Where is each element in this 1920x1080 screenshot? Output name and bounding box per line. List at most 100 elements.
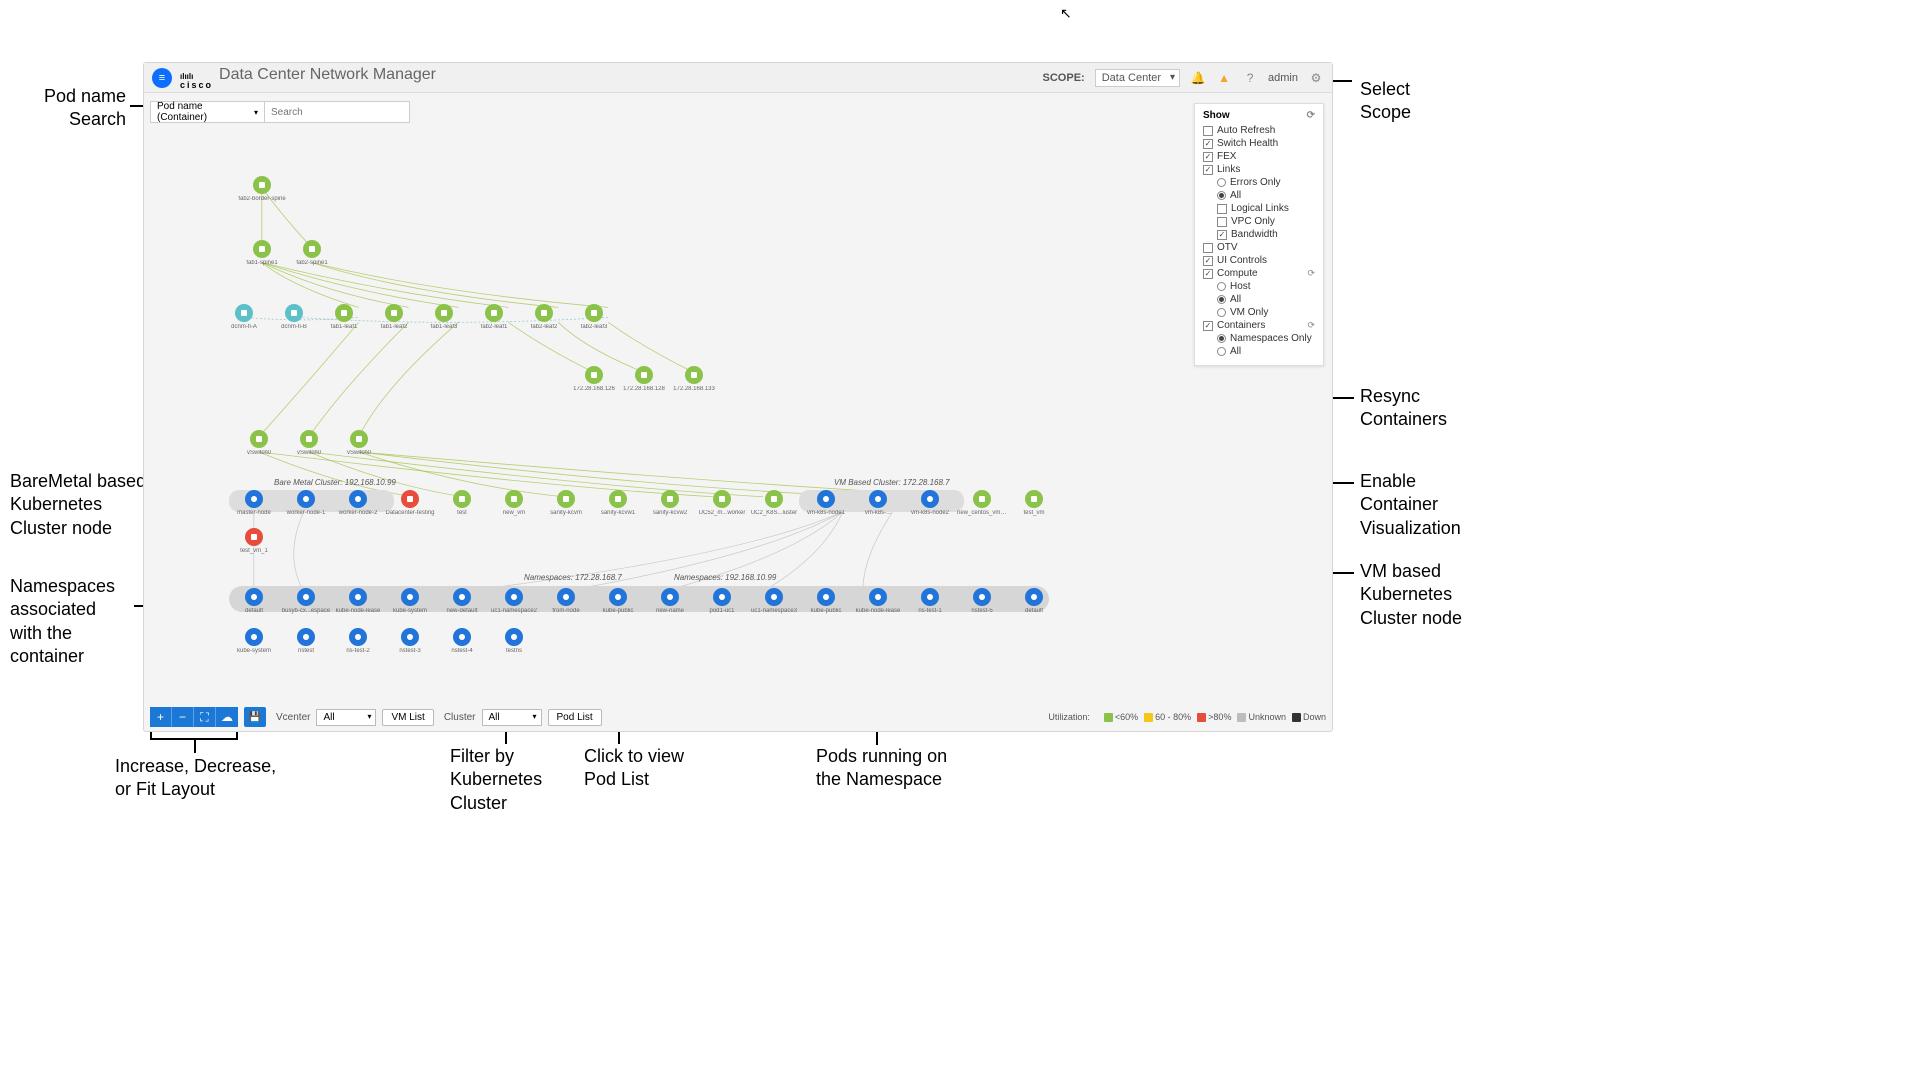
opt-host[interactable]: Host xyxy=(1217,281,1315,292)
node-host-14[interactable]: new_centos_vm_8 xyxy=(957,490,1007,516)
node-namespace-1[interactable]: busyb-cx...espace xyxy=(281,588,331,614)
vm-list-button[interactable]: VM List xyxy=(382,709,433,726)
opt-compute-all[interactable]: All xyxy=(1217,294,1315,305)
node-host-15[interactable]: test_vm xyxy=(1009,490,1059,516)
cluster-label: Cluster xyxy=(444,712,476,723)
cluster-select[interactable]: All xyxy=(482,709,542,726)
node-namespace-6[interactable]: from-node xyxy=(541,588,591,614)
node-host-9[interactable]: UC52_m...worker xyxy=(697,490,747,516)
node-namespace-3[interactable]: kube-system xyxy=(385,588,435,614)
node-host-7[interactable]: sanity-kcvw1 xyxy=(593,490,643,516)
help-icon[interactable]: ? xyxy=(1242,70,1258,86)
node-host-8[interactable]: sanity-kcvw2 xyxy=(645,490,695,516)
node-leaf-5[interactable]: fab2-leaf1 xyxy=(469,304,519,330)
node-server-1[interactable]: 172.28.168.128 xyxy=(619,366,669,392)
node-spine2[interactable]: fab2-spine1 xyxy=(287,240,337,266)
node-host-5[interactable]: new_vm xyxy=(489,490,539,516)
node-namespace-b-5[interactable]: testns xyxy=(489,628,539,654)
node-server-0[interactable]: 172.28.168.126 xyxy=(569,366,619,392)
node-namespace-4[interactable]: new-default xyxy=(437,588,487,614)
node-leaf-4[interactable]: fab1-leaf3 xyxy=(419,304,469,330)
node-spine[interactable]: fab2-border-spine xyxy=(237,176,287,202)
node-testvm-0[interactable]: test_vm_1 xyxy=(229,528,279,554)
node-namespace-b-2[interactable]: ns-test-2 xyxy=(333,628,383,654)
node-host-1[interactable]: worker-node-1 xyxy=(281,490,331,516)
node-namespace-b-1[interactable]: nstest xyxy=(281,628,331,654)
fit-layout-button[interactable]: ⛶ xyxy=(194,707,216,727)
node-namespace-10[interactable]: uc1-namespace3 xyxy=(749,588,799,614)
node-leaf-0[interactable]: dcnm-fi-A xyxy=(219,304,269,330)
opt-otv[interactable]: OTV xyxy=(1203,242,1315,253)
opt-namespaces-only[interactable]: Namespaces Only xyxy=(1217,333,1315,344)
node-vswitch-1[interactable]: vSwitch0 xyxy=(284,430,334,456)
opt-errors-only[interactable]: Errors Only xyxy=(1217,177,1315,188)
bell-icon[interactable]: 🔔 xyxy=(1190,70,1206,86)
node-host-4[interactable]: test xyxy=(437,490,487,516)
node-host-6[interactable]: sanity-kcvm xyxy=(541,490,591,516)
node-namespace-5[interactable]: uc1-namespace2 xyxy=(489,588,539,614)
node-vswitch-0[interactable]: vSwitch0 xyxy=(234,430,284,456)
opt-vpc-only[interactable]: VPC Only xyxy=(1217,216,1315,227)
node-leaf-7[interactable]: fab2-leaf3 xyxy=(569,304,619,330)
search-input[interactable] xyxy=(265,102,409,122)
node-namespace-b-0[interactable]: kube-system xyxy=(229,628,279,654)
node-namespace-12[interactable]: kube-node-lease xyxy=(853,588,903,614)
node-spine1[interactable]: fab1-spine1 xyxy=(237,240,287,266)
node-vswitch-2[interactable]: vSwitch0 xyxy=(334,430,384,456)
opt-links[interactable]: ✓Links xyxy=(1203,164,1315,175)
node-leaf-2[interactable]: fab1-leaf1 xyxy=(319,304,369,330)
node-namespace-b-3[interactable]: nstest-3 xyxy=(385,628,435,654)
node-namespace-15[interactable]: default xyxy=(1009,588,1059,614)
node-namespace-2[interactable]: kube-node-lease xyxy=(333,588,383,614)
opt-fex[interactable]: ✓FEX xyxy=(1203,151,1315,162)
anno-select-scope: Select Scope xyxy=(1360,78,1411,125)
opt-links-all[interactable]: All xyxy=(1217,190,1315,201)
opt-switch-health[interactable]: ✓Switch Health xyxy=(1203,138,1315,149)
node-server-2[interactable]: 172.28.168.133 xyxy=(669,366,719,392)
topology-canvas[interactable]: fab2-border-spine fab1-spine1 fab2-spine… xyxy=(144,128,1332,701)
node-namespace-b-4[interactable]: nstest-4 xyxy=(437,628,487,654)
opt-containers[interactable]: ✓Containers⟳ xyxy=(1203,320,1315,331)
zoom-in-button[interactable]: + xyxy=(150,707,172,727)
opt-containers-all[interactable]: All xyxy=(1217,346,1315,357)
opt-compute[interactable]: ✓Compute⟳ xyxy=(1203,268,1315,279)
node-namespace-7[interactable]: kube-public xyxy=(593,588,643,614)
node-host-13[interactable]: vm-k8s-node2 xyxy=(905,490,955,516)
menu-toggle[interactable]: ≡ xyxy=(152,68,172,88)
node-host-11[interactable]: vm-k8s-node1 xyxy=(801,490,851,516)
node-leaf-1[interactable]: dcnm-fi-B xyxy=(269,304,319,330)
node-leaf-6[interactable]: fab2-leaf2 xyxy=(519,304,569,330)
opt-auto-refresh[interactable]: Auto Refresh xyxy=(1203,125,1315,136)
search-filter-select[interactable]: Pod name (Container) xyxy=(151,102,265,122)
sync-containers-icon[interactable]: ⟳ xyxy=(1307,320,1315,331)
scope-select[interactable]: Data Center xyxy=(1095,69,1180,87)
node-host-0[interactable]: master-node xyxy=(229,490,279,516)
node-host-12[interactable]: vm-k8s-... xyxy=(853,490,903,516)
warning-icon[interactable]: ▲ xyxy=(1216,70,1232,86)
show-options-panel: Show⟳ Auto Refresh ✓Switch Health ✓FEX ✓… xyxy=(1194,103,1324,366)
legend-item: <60% xyxy=(1104,712,1138,722)
node-namespace-9[interactable]: pod1-uc1 xyxy=(697,588,747,614)
node-host-3[interactable]: Datacenter-testing xyxy=(385,490,435,516)
node-namespace-14[interactable]: nstest-5 xyxy=(957,588,1007,614)
opt-logical-links[interactable]: Logical Links xyxy=(1217,203,1315,214)
opt-ui-controls[interactable]: ✓UI Controls xyxy=(1203,255,1315,266)
legend-item: Unknown xyxy=(1237,712,1286,722)
zoom-out-button[interactable]: − xyxy=(172,707,194,727)
node-leaf-3[interactable]: fab1-leaf2 xyxy=(369,304,419,330)
gear-icon[interactable]: ⚙ xyxy=(1308,70,1324,86)
node-namespace-11[interactable]: kube-public xyxy=(801,588,851,614)
node-namespace-13[interactable]: ns-test-1 xyxy=(905,588,955,614)
node-namespace-8[interactable]: new-name xyxy=(645,588,695,614)
cloud-view-button[interactable]: ☁ xyxy=(216,707,238,727)
opt-vm-only[interactable]: VM Only xyxy=(1217,307,1315,318)
pod-list-button[interactable]: Pod List xyxy=(548,709,602,726)
vcenter-select[interactable]: All xyxy=(316,709,376,726)
refresh-icon[interactable]: ⟳ xyxy=(1307,110,1315,121)
node-host-10[interactable]: UC2_K8S...luster xyxy=(749,490,799,516)
node-host-2[interactable]: worker-node-2 xyxy=(333,490,383,516)
save-layout-button[interactable]: 💾 xyxy=(244,707,266,727)
node-namespace-0[interactable]: default xyxy=(229,588,279,614)
sync-compute-icon[interactable]: ⟳ xyxy=(1307,268,1315,279)
opt-bandwidth[interactable]: ✓Bandwidth xyxy=(1217,229,1315,240)
